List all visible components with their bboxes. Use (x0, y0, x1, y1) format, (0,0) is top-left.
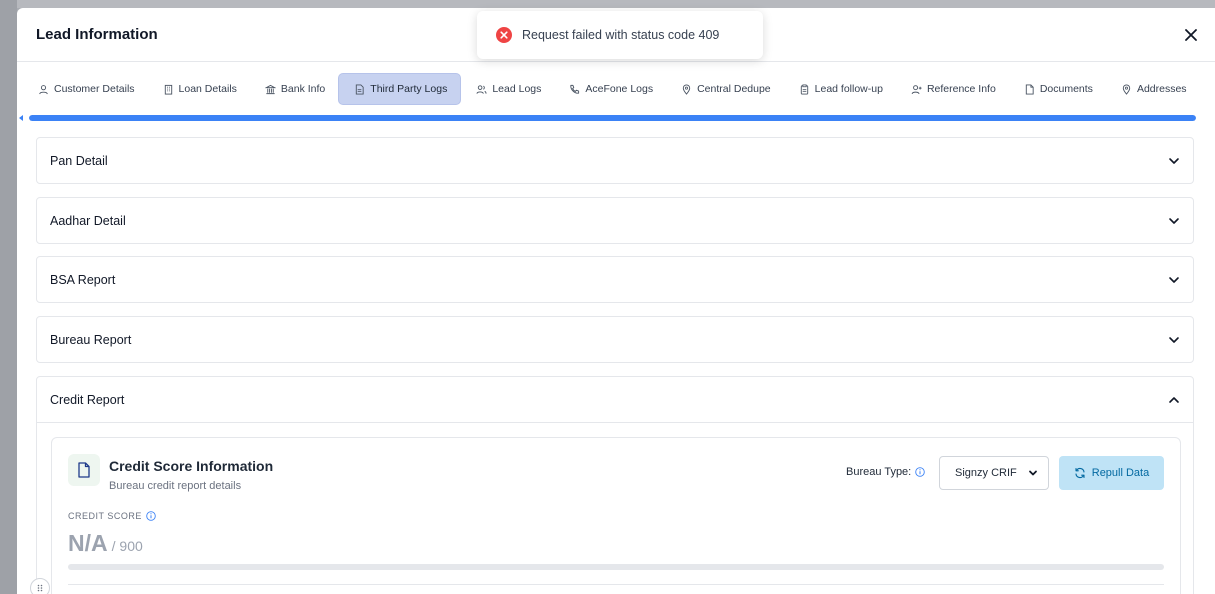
tab-lead-logs[interactable]: Lead Logs (461, 73, 554, 105)
tab-label: Third Party Logs (370, 83, 448, 95)
bureau-selected-value: Signzy CRIF (955, 467, 1017, 479)
bank-icon (264, 84, 276, 94)
building-icon (164, 84, 172, 95)
tab-reference-info[interactable]: Reference Info (896, 73, 1009, 105)
info-icon[interactable] (915, 467, 925, 477)
tab-scroll-fill (29, 115, 1196, 121)
toast-message: Request failed with status code 409 (522, 28, 720, 42)
tab-label: AceFone Logs (585, 83, 654, 95)
refresh-icon (1075, 467, 1085, 479)
accordion-bsa-report[interactable]: BSA Report (36, 256, 1194, 303)
tab-label: Customer Details (54, 83, 135, 95)
modal-title: Lead Information (36, 26, 158, 43)
grip-icon (37, 584, 43, 592)
bureau-type-text: Bureau Type: (846, 466, 912, 478)
credit-score-card: Credit Score Information Bureau credit r… (51, 437, 1181, 594)
tab-label: Lead Logs (492, 83, 542, 95)
tab-loan-details[interactable]: Loan Details (148, 73, 250, 105)
tab-third-party-logs[interactable]: Third Party Logs (338, 73, 462, 105)
tab-acefone-logs[interactable]: AceFone Logs (554, 73, 666, 105)
accordion-title: Pan Detail (50, 154, 108, 168)
tab-label: Bank Info (280, 83, 326, 95)
credit-score-bar (68, 564, 1164, 570)
close-icon (1185, 29, 1197, 41)
chevron-down-icon (1169, 337, 1179, 343)
location-pin-icon (1122, 84, 1131, 95)
card-subtitle: Bureau credit report details (109, 480, 242, 492)
tab-addresses[interactable]: Addresses (1106, 73, 1200, 105)
chevron-down-icon (1169, 277, 1179, 283)
tab-bank-info[interactable]: Bank Info (250, 73, 338, 105)
accordion-title: Bureau Report (50, 333, 132, 347)
chevron-down-icon (1169, 218, 1179, 224)
error-circle-icon (496, 27, 512, 43)
scroll-left-arrow-icon[interactable] (19, 115, 23, 121)
tab-label: Reference Info (926, 83, 996, 95)
backdrop-sidebar (0, 0, 17, 594)
credit-score-value: N/A / 900 (68, 530, 143, 557)
document-icon (68, 454, 100, 486)
credit-score-number: N/A (68, 530, 108, 556)
tab-label: Lead follow-up (814, 83, 883, 95)
lead-information-modal: Lead Information Customer Details Loan De… (17, 8, 1215, 594)
tab-lead-follow-up[interactable]: Lead follow-up (784, 73, 896, 105)
credit-report-title: Credit Report (50, 393, 125, 407)
tab-customer-details[interactable]: Customer Details (23, 73, 148, 105)
tab-scroll-track (29, 115, 1196, 121)
repull-data-button[interactable]: Repull Data (1059, 456, 1164, 490)
clipboard-icon (800, 84, 808, 95)
tab-label: Loan Details (178, 83, 237, 95)
credit-score-label-text: CREDIT SCORE (68, 511, 142, 521)
accordion-bureau-report[interactable]: Bureau Report (36, 316, 1194, 363)
info-icon[interactable] (146, 511, 156, 521)
divider (68, 584, 1164, 585)
tab-bar: Customer Details Loan Details Bank Info Thi… (23, 68, 1215, 110)
document-icon (356, 83, 364, 95)
accordion-title: BSA Report (50, 273, 116, 287)
location-pin-icon (682, 84, 691, 95)
tab-scroll-indicator[interactable] (19, 114, 1197, 122)
bureau-type-select[interactable]: Signzy CRIF (939, 456, 1049, 490)
bureau-type-label: Bureau Type: (846, 466, 925, 478)
close-button[interactable] (1181, 25, 1201, 45)
tab-label: Documents (1039, 83, 1093, 95)
user-plus-icon (911, 84, 922, 94)
tab-label: Central Dedupe (697, 83, 771, 95)
credit-score-label: CREDIT SCORE (68, 511, 156, 521)
card-title: Credit Score Information (109, 458, 274, 474)
drag-handle[interactable] (30, 578, 50, 594)
repull-data-label: Repull Data (1091, 467, 1150, 479)
chevron-down-icon (1029, 470, 1037, 476)
tab-central-dedupe[interactable]: Central Dedupe (666, 73, 784, 105)
accordion-aadhar-detail[interactable]: Aadhar Detail (36, 197, 1194, 244)
tab-documents[interactable]: Documents (1009, 73, 1106, 105)
error-toast[interactable]: Request failed with status code 409 (477, 11, 763, 59)
chevron-down-icon (1169, 158, 1179, 164)
users-icon (476, 84, 487, 94)
credit-report-header[interactable]: Credit Report (37, 377, 1193, 423)
user-icon (39, 84, 48, 94)
phone-icon (570, 84, 580, 94)
backdrop-topbar (17, 0, 1215, 8)
accordion-pan-detail[interactable]: Pan Detail (36, 137, 1194, 184)
tab-label: Addresses (1136, 83, 1187, 95)
accordion-title: Aadhar Detail (50, 214, 126, 228)
file-icon (1025, 83, 1034, 95)
credit-report-section: Credit Report Credit Score Information B… (36, 376, 1194, 594)
chevron-up-icon (1169, 397, 1179, 403)
credit-score-max: / 900 (111, 538, 143, 554)
